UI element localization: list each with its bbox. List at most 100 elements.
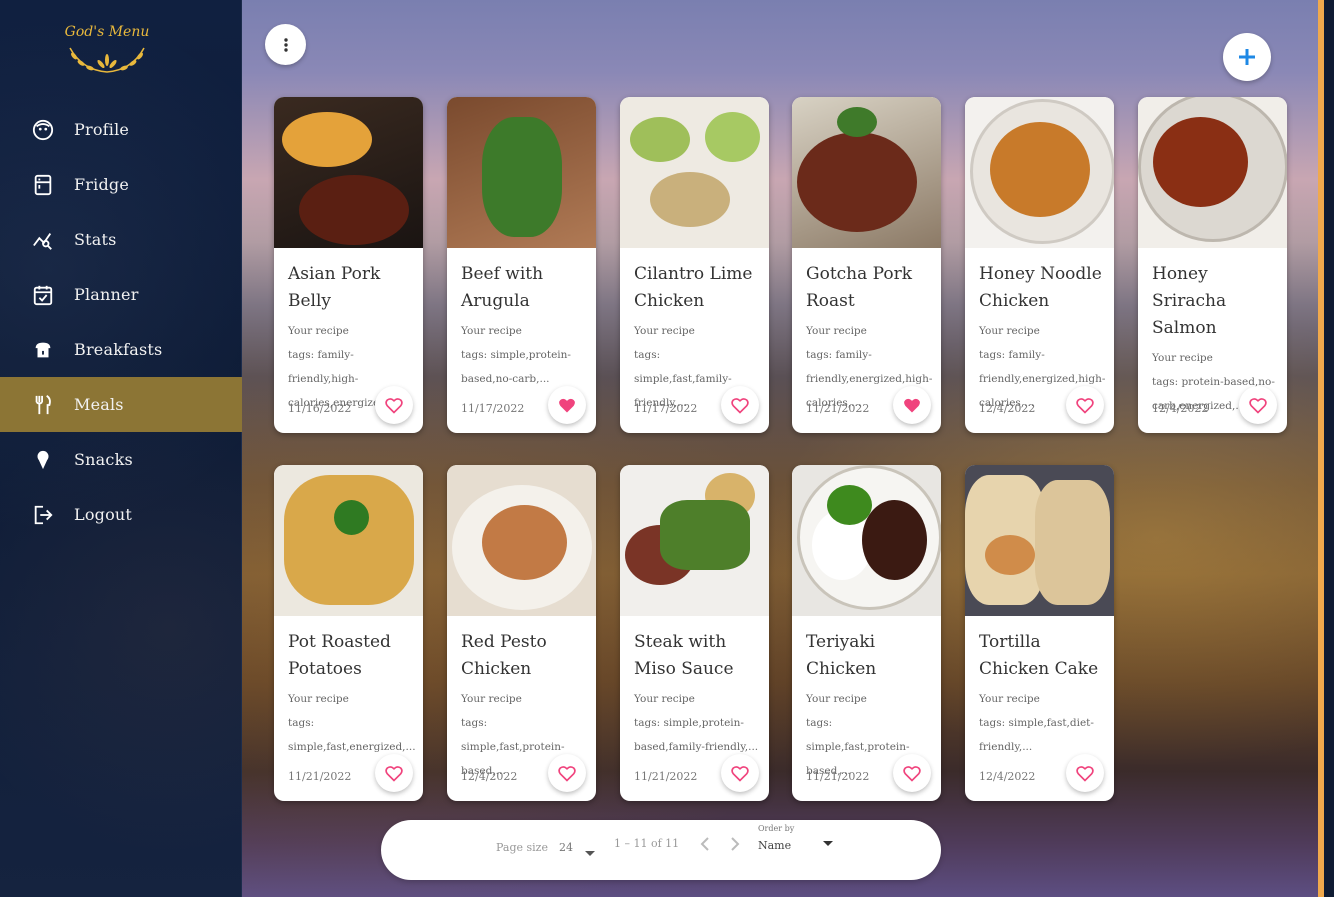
heart-outline-icon <box>1249 398 1267 414</box>
sidebar-item-breakfasts[interactable]: Breakfasts <box>0 322 242 377</box>
favorite-button[interactable] <box>1066 386 1104 424</box>
recipe-image[interactable] <box>620 465 769 616</box>
sidebar-item-label: Stats <box>74 230 117 249</box>
ice-cream-icon <box>32 449 54 471</box>
recipe-image[interactable] <box>620 97 769 248</box>
recipe-image[interactable] <box>965 97 1114 248</box>
recipe-card[interactable]: Tortilla Chicken Cake Your recipe tags: … <box>965 465 1114 801</box>
favorite-button[interactable] <box>548 754 586 792</box>
recipe-card[interactable]: Teriyaki Chicken Your recipe tags: simpl… <box>792 465 941 801</box>
recipe-title: Pot Roasted Potatoes <box>288 632 391 679</box>
recipe-title: Honey Sriracha Salmon <box>1152 264 1227 338</box>
sidebar-item-meals[interactable]: Meals <box>0 377 242 432</box>
recipe-title: Beef with Arugula <box>461 264 544 311</box>
sidebar-item-stats[interactable]: Stats <box>0 212 242 267</box>
heart-filled-icon <box>559 398 575 413</box>
heart-outline-icon <box>385 398 403 414</box>
recipe-image[interactable] <box>274 97 423 248</box>
page-size-select[interactable]: 24 <box>559 841 573 854</box>
favorite-button[interactable] <box>721 386 759 424</box>
recipe-card[interactable]: Pot Roasted Potatoes Your recipe tags: s… <box>274 465 423 801</box>
recipe-owner: Your recipe <box>979 325 1040 337</box>
recipe-image[interactable] <box>792 97 941 248</box>
stats-icon <box>32 229 54 251</box>
favorite-button[interactable] <box>375 386 413 424</box>
recipe-date: 11/21/2022 <box>634 770 698 783</box>
recipe-date: 12/4/2022 <box>979 402 1036 415</box>
more-options-button[interactable] <box>265 24 306 65</box>
sidebar-item-planner[interactable]: Planner <box>0 267 242 322</box>
recipe-image[interactable] <box>1138 97 1287 248</box>
sidebar-item-label: Meals <box>74 395 124 414</box>
chevron-right-icon <box>731 837 740 851</box>
recipe-date: 11/17/2022 <box>634 402 698 415</box>
order-by-label: Order by <box>758 824 795 833</box>
add-recipe-button[interactable] <box>1223 33 1271 81</box>
favorite-button[interactable] <box>548 386 586 424</box>
sidebar-nav: Profile Fridge Stats Planner Breakfasts <box>0 102 242 542</box>
recipe-image[interactable] <box>274 465 423 616</box>
sidebar-item-snacks[interactable]: Snacks <box>0 432 242 487</box>
recipe-card[interactable]: Gotcha Pork Roast Your recipe tags: fami… <box>792 97 941 433</box>
recipe-tags: tags: simple,protein-based,family-friend… <box>634 717 759 753</box>
fridge-icon <box>32 174 54 196</box>
heart-outline-icon <box>731 766 749 782</box>
sidebar: God's Menu Profile Fridge Stats Planner <box>0 0 242 897</box>
recipe-owner: Your recipe <box>634 325 695 337</box>
profile-icon <box>32 119 54 141</box>
recipe-title: Asian Pork Belly <box>288 264 381 311</box>
toast-icon <box>32 339 54 361</box>
recipe-date: 11/21/2022 <box>806 402 870 415</box>
favorite-button[interactable] <box>893 386 931 424</box>
recipe-title: Red Pesto Chicken <box>461 632 547 679</box>
favorite-button[interactable] <box>893 754 931 792</box>
next-page-button[interactable] <box>729 836 741 856</box>
pagination-bar: Page size 24 1 – 11 of 11 Order by Name <box>381 820 941 880</box>
app-title: God's Menu <box>64 24 150 40</box>
recipe-card[interactable]: Red Pesto Chicken Your recipe tags: simp… <box>447 465 596 801</box>
calendar-icon <box>32 284 54 306</box>
heart-outline-icon <box>1076 398 1094 414</box>
recipe-title: Honey Noodle Chicken <box>979 264 1102 311</box>
app-logo[interactable]: God's Menu <box>52 18 162 78</box>
recipe-title: Tortilla Chicken Cake <box>979 632 1099 679</box>
recipe-card[interactable]: Beef with Arugula Your recipe tags: simp… <box>447 97 596 433</box>
favorite-button[interactable] <box>375 754 413 792</box>
order-by-dropdown-icon[interactable] <box>822 833 834 852</box>
order-by-select[interactable]: Name <box>758 839 791 852</box>
recipe-image[interactable] <box>447 97 596 248</box>
recipe-title: Steak with Miso Sauce <box>634 632 734 679</box>
recipe-date: 11/16/2022 <box>288 402 352 415</box>
recipe-card[interactable]: Asian Pork Belly Your recipe tags: famil… <box>274 97 423 433</box>
recipe-card[interactable]: Cilantro Lime Chicken Your recipe tags: … <box>620 97 769 433</box>
heart-outline-icon <box>731 398 749 414</box>
recipe-tags: tags: simple,fast,diet-friendly,... <box>979 717 1094 753</box>
favorite-button[interactable] <box>1239 386 1277 424</box>
recipe-tags: tags: simple,protein-based,no-carb,... <box>461 349 571 385</box>
favorite-button[interactable] <box>1066 754 1104 792</box>
recipe-image[interactable] <box>447 465 596 616</box>
sidebar-item-profile[interactable]: Profile <box>0 102 242 157</box>
recipe-card[interactable]: Steak with Miso Sauce Your recipe tags: … <box>620 465 769 801</box>
recipe-card[interactable]: Honey Sriracha Salmon Your recipe tags: … <box>1138 97 1287 433</box>
favorite-button[interactable] <box>721 754 759 792</box>
page-size-label: Page size <box>496 841 548 854</box>
prev-page-button[interactable] <box>699 836 711 856</box>
recipe-image[interactable] <box>965 465 1114 616</box>
sidebar-item-label: Breakfasts <box>74 340 163 359</box>
recipe-owner: Your recipe <box>461 693 522 705</box>
recipe-owner: Your recipe <box>288 325 349 337</box>
recipe-image[interactable] <box>792 465 941 616</box>
recipe-owner: Your recipe <box>806 693 867 705</box>
sidebar-item-label: Profile <box>74 120 130 139</box>
page-size-dropdown-icon[interactable] <box>584 843 596 862</box>
logout-icon <box>32 504 54 526</box>
recipe-owner: Your recipe <box>461 325 522 337</box>
recipe-date: 11/17/2022 <box>461 402 525 415</box>
sidebar-item-logout[interactable]: Logout <box>0 487 242 542</box>
page-range: 1 – 11 of 11 <box>614 837 680 850</box>
sidebar-item-fridge[interactable]: Fridge <box>0 157 242 212</box>
recipe-card[interactable]: Honey Noodle Chicken Your recipe tags: f… <box>965 97 1114 433</box>
recipe-owner: Your recipe <box>634 693 695 705</box>
sidebar-item-label: Fridge <box>74 175 130 194</box>
